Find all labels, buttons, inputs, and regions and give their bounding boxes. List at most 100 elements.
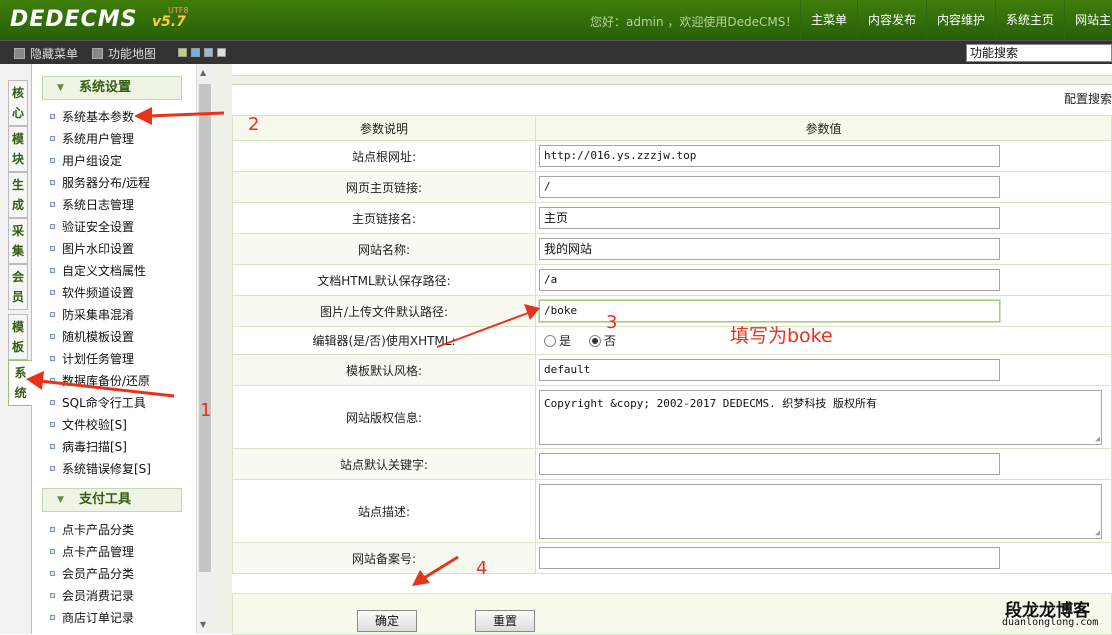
bullet-icon — [50, 312, 55, 317]
tab-generate[interactable]: 生成 — [8, 172, 28, 218]
bullet-icon — [50, 224, 55, 229]
nav-content-publish[interactable]: 内容发布 — [857, 0, 926, 40]
menu-item-label: 会员消费记录 — [62, 589, 135, 603]
scroll-up-icon[interactable]: ▲ — [200, 68, 206, 77]
top-header: DEDECMS v5.7 UTF8 您好：admin ，欢迎使用DedeCMS！… — [0, 0, 1112, 40]
annotation-3: 3 — [606, 312, 618, 333]
menu-item[interactable]: 系统基本参数 — [50, 106, 134, 128]
html-save-path-input[interactable]: /a — [539, 269, 1000, 291]
bullet-icon — [50, 400, 55, 405]
menu-item[interactable]: 用户组设定 — [50, 150, 122, 172]
nav-site-home[interactable]: 网站主 — [1064, 0, 1112, 40]
description-textarea[interactable]: ◢ — [539, 483, 1102, 539]
side-tabs: 核心 模块 生成 采集 会员 模板 系统 — [0, 64, 32, 634]
xhtml-yes-radio[interactable] — [544, 335, 556, 347]
home-link-name-input[interactable]: 主页 — [539, 207, 1000, 229]
tab-module[interactable]: 模块 — [8, 126, 28, 172]
row-label: 模板默认风格: — [232, 354, 536, 386]
menu-item-label: 用户组设定 — [62, 154, 123, 168]
menu-item[interactable]: 点卡产品分类 — [50, 519, 134, 541]
menu-group-payment-tools[interactable]: ▼ 支付工具 — [42, 488, 182, 512]
hide-menu-button[interactable]: 隐藏菜单 — [14, 45, 78, 62]
nav-main-menu[interactable]: 主菜单 — [800, 0, 857, 40]
menu-item[interactable]: 会员产品分类 — [50, 563, 134, 585]
row-label: 站点描述: — [232, 479, 536, 543]
menu-item[interactable]: 随机模板设置 — [50, 326, 134, 348]
group-title: 支付工具 — [79, 492, 132, 507]
scroll-thumb[interactable] — [199, 84, 211, 572]
config-search-link[interactable]: 配置搜索 — [1064, 90, 1112, 107]
reset-button[interactable]: 重置 — [475, 610, 535, 632]
menu-item[interactable]: SQL命令行工具 — [50, 392, 146, 414]
menu-item-label: 系统错误修复[S] — [62, 462, 151, 476]
function-search-input[interactable]: 功能搜索 — [966, 44, 1112, 62]
tab-member[interactable]: 会员 — [8, 264, 28, 310]
collapse-triangle-icon: ▼ — [57, 495, 64, 505]
config-table: 参数说明 参数值 站点根网址: http://016.ys.zzzjw.top … — [232, 115, 1112, 574]
function-map-button[interactable]: 功能地图 — [92, 45, 156, 62]
menu-item[interactable]: 软件频道设置 — [50, 282, 134, 304]
tab-system[interactable]: 系统 — [8, 360, 32, 406]
menu-item[interactable]: 病毒扫描[S] — [50, 436, 127, 458]
tab-collect[interactable]: 采集 — [8, 218, 28, 264]
skin-swatch-green[interactable] — [178, 48, 187, 57]
bullet-icon — [50, 268, 55, 273]
bullet-icon — [50, 422, 55, 427]
menu-item-label: 系统用户管理 — [62, 132, 135, 146]
resize-grip-icon[interactable]: ◢ — [1095, 528, 1100, 537]
row-label: 网站名称: — [232, 233, 536, 265]
menu-item-label: 验证安全设置 — [62, 220, 135, 234]
skin-swatch-gray[interactable] — [217, 48, 226, 57]
skin-swatch-lightblue[interactable] — [204, 48, 213, 57]
skin-swatch-blue[interactable] — [191, 48, 200, 57]
radio-label: 否 — [603, 334, 616, 348]
menu-item[interactable]: 文件校验[S] — [50, 414, 127, 436]
copyright-textarea[interactable]: Copyright &copy; 2002-2017 DEDECMS. 织梦科技… — [539, 389, 1102, 445]
menu-item[interactable]: 系统错误修复[S] — [50, 458, 151, 480]
menu-item[interactable]: 防采集串混淆 — [50, 304, 134, 326]
template-style-input[interactable]: default — [539, 359, 1000, 381]
menu-item[interactable]: 系统用户管理 — [50, 128, 134, 150]
menu-item[interactable]: 系统日志管理 — [50, 194, 134, 216]
menu-item[interactable]: 商店订单记录 — [50, 607, 134, 629]
tab-core[interactable]: 核心 — [8, 80, 28, 126]
tab-template[interactable]: 模板 — [8, 314, 28, 360]
site-name-input[interactable]: 我的网站 — [539, 238, 1000, 260]
home-link-input[interactable]: / — [539, 176, 1000, 198]
menu-item[interactable]: 会员消费记录 — [50, 585, 134, 607]
xhtml-no-radio[interactable] — [588, 335, 601, 347]
welcome-text: 您好：admin ，欢迎使用DedeCMS！ — [590, 15, 798, 29]
ok-button[interactable]: 确定 — [357, 610, 417, 632]
menu-item[interactable]: 数据库备份/还原 — [50, 370, 150, 392]
resize-grip-icon[interactable]: ◢ — [1095, 434, 1100, 443]
menu-item[interactable]: 服务器分布/远程 — [50, 172, 150, 194]
menu-item[interactable]: 计划任务管理 — [50, 348, 134, 370]
bullet-icon — [50, 527, 55, 532]
logo-version: v5.7 — [152, 14, 186, 30]
menu-item[interactable]: 图片水印设置 — [50, 238, 134, 260]
menu-item-label: 软件频道设置 — [62, 286, 135, 300]
column-header-value: 参数值 — [535, 115, 1112, 141]
nav-system-home[interactable]: 系统主页 — [995, 0, 1064, 40]
menu-item-label: 文件校验[S] — [62, 418, 127, 432]
menu-item-label: 图片水印设置 — [62, 242, 135, 256]
menu-item[interactable]: 自定义文档属性 — [50, 260, 146, 282]
nav-content-maintain[interactable]: 内容维护 — [926, 0, 995, 40]
menu-item[interactable]: 点卡产品管理 — [50, 541, 134, 563]
menu-item[interactable]: 验证安全设置 — [50, 216, 134, 238]
annotation-2: 2 — [248, 114, 260, 135]
site-url-input[interactable]: http://016.ys.zzzjw.top — [539, 145, 1000, 167]
menu-group-system-settings[interactable]: ▼ 系统设置 — [42, 76, 182, 100]
menu-scrollbar[interactable]: ▲ ▼ — [196, 64, 212, 634]
menu-item-label: 会员产品分类 — [62, 567, 135, 581]
toolbar: 隐藏菜单 功能地图 功能搜索 — [0, 40, 1112, 64]
keywords-input[interactable] — [539, 453, 1000, 475]
copyright-text: Copyright &copy; 2002-2017 DEDECMS. 织梦科技… — [544, 396, 878, 410]
bullet-icon — [50, 114, 55, 119]
bullet-icon — [50, 158, 55, 163]
menu-item-label: 计划任务管理 — [62, 352, 135, 366]
scroll-down-icon[interactable]: ▼ — [200, 620, 206, 629]
icp-number-input[interactable] — [539, 547, 1000, 569]
menu-item-label: 服务器分布/远程 — [62, 176, 151, 190]
bullet-icon — [50, 378, 55, 383]
